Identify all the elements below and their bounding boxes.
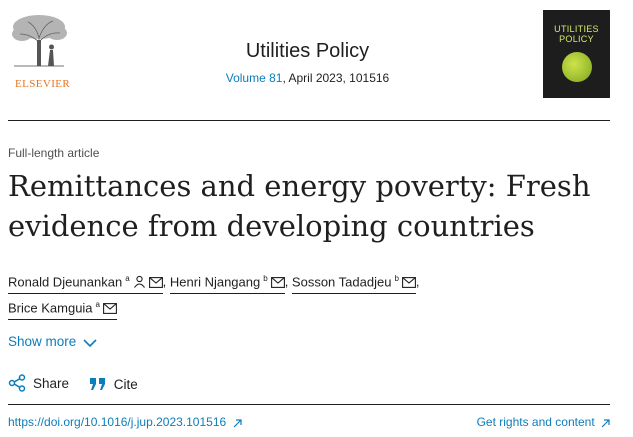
author-list: Ronald Djeunankan a, Henri Njangang b, Sos… [8,269,608,321]
journal-cover-image[interactable]: UTILITIES POLICY [543,10,610,98]
author-link[interactable]: Henri Njangang b [169,270,285,294]
external-link-icon [233,417,242,431]
mail-icon [401,275,416,292]
share-icon [8,374,33,392]
author-link[interactable]: Sosson Tadadjeu b [291,270,416,294]
mail-icon [270,275,285,292]
cover-graphic [562,52,592,82]
cite-button[interactable]: Cite [89,376,138,392]
author-name: Sosson Tadadjeu [291,274,392,289]
doi-text: https://doi.org/10.1016/j.jup.2023.10151… [8,415,227,429]
article-title: Remittances and energy poverty: Fresh ev… [8,169,591,243]
author-name: Ronald Djeunankan [8,274,123,289]
show-more-label: Show more [8,334,77,349]
affiliation-marker: b [394,273,399,283]
article-actions: Share Cite [8,374,154,392]
chevron-down-icon [83,336,97,351]
author-link[interactable]: Brice Kamguia a [8,296,117,320]
mail-icon [148,275,163,292]
share-button[interactable]: Share [8,374,69,392]
quote-icon [89,376,114,392]
affiliation-marker: a [95,299,100,309]
elsevier-tree-icon [12,15,67,67]
volume-link[interactable]: Volume 81 [226,71,283,85]
author-link[interactable]: Ronald Djeunankan a [8,270,163,294]
issue-info: Volume 81, April 2023, 101516 [150,71,465,85]
footer-divider [8,404,610,405]
header-divider [8,120,610,121]
elsevier-logo[interactable]: ELSEVIER [8,12,70,90]
article-type: Full-length article [8,146,100,160]
share-label: Share [33,375,70,391]
cover-title: UTILITIES POLICY [554,24,599,44]
elsevier-wordmark: ELSEVIER [15,78,71,90]
mail-icon [103,301,117,318]
doi-link[interactable]: https://doi.org/10.1016/j.jup.2023.10151… [8,415,242,431]
rights-link[interactable]: Get rights and content [477,415,610,431]
author-name: Brice Kamguia [8,300,93,315]
journal-title[interactable]: Utilities Policy [150,40,465,63]
author-name: Henri Njangang [169,274,261,289]
issue-details: , April 2023, 101516 [282,71,390,85]
affiliation-marker: a [125,273,130,283]
cite-label: Cite [113,376,138,392]
affiliation-marker: b [263,273,268,283]
rights-text: Get rights and content [476,415,595,429]
show-more-button[interactable]: Show more [8,334,97,351]
journal-info: Utilities Policy Volume 81, April 2023, … [150,40,465,85]
article-header: ELSEVIER Utilities Policy Volume 81, Apr… [0,0,633,118]
external-link-icon [601,417,610,431]
person-icon [133,275,146,292]
